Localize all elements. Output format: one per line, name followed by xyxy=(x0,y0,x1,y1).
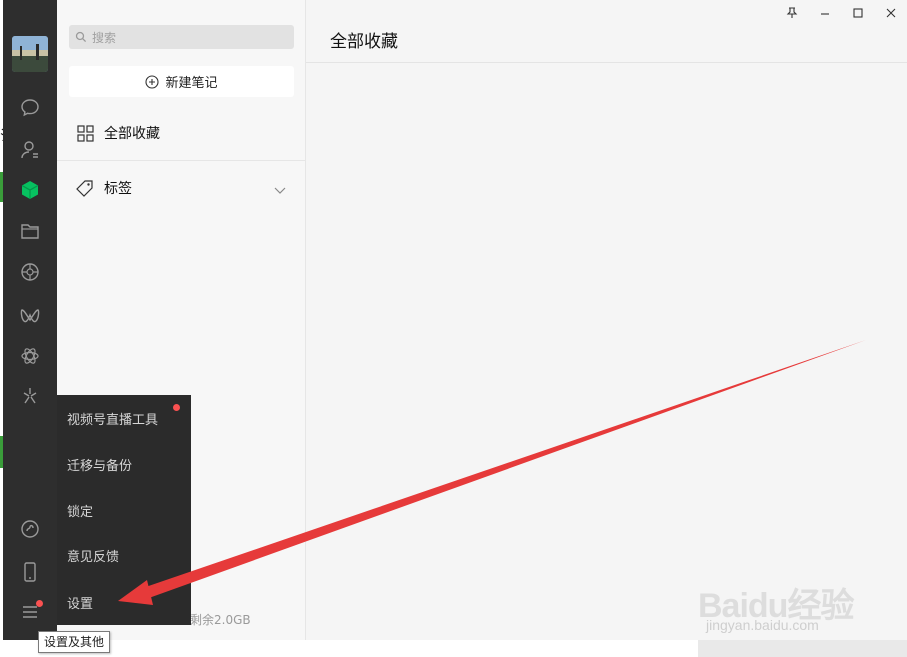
search-icon xyxy=(75,31,88,44)
pin-icon[interactable] xyxy=(783,4,801,22)
notification-dot xyxy=(36,600,43,607)
divider xyxy=(57,160,306,161)
search-input[interactable]: 搜索 xyxy=(69,25,294,49)
notification-dot xyxy=(173,404,180,411)
minimize-icon[interactable] xyxy=(816,4,834,22)
search-discover-icon[interactable] xyxy=(17,383,43,409)
mini-program-icon[interactable] xyxy=(17,343,43,369)
background-window-fragment xyxy=(698,640,907,657)
chat-icon[interactable] xyxy=(17,95,43,121)
left-sidebar xyxy=(3,0,57,640)
mini-programs-link-icon[interactable] xyxy=(17,516,43,542)
grid-icon xyxy=(75,123,95,143)
menu-item-lock[interactable]: 锁定 xyxy=(67,501,93,523)
tooltip: 设置及其他 xyxy=(38,631,111,653)
menu-item-migrate-backup[interactable]: 迁移与备份 xyxy=(67,455,132,477)
favorites-cube-icon[interactable] xyxy=(17,177,43,203)
moments-aperture-icon[interactable] xyxy=(17,259,43,285)
wechat-favorites-window: 江 xyxy=(0,0,907,657)
watermark-url: jingyan.baidu.com xyxy=(706,617,819,633)
add-circle-icon xyxy=(145,74,160,89)
menu-item-feedback[interactable]: 意见反馈 xyxy=(67,546,119,568)
phone-icon[interactable] xyxy=(17,559,43,585)
storage-remaining: 剩余2.0GB xyxy=(190,613,251,627)
nav-tags-label: 标签 xyxy=(104,181,132,197)
channels-icon[interactable] xyxy=(17,303,43,329)
new-note-button[interactable]: 新建笔记 xyxy=(69,66,294,97)
maximize-icon[interactable] xyxy=(849,4,867,22)
menu-item-live-tools[interactable]: 视频号直播工具 xyxy=(67,409,158,431)
new-note-label: 新建笔记 xyxy=(165,76,218,91)
close-icon[interactable] xyxy=(882,4,900,22)
tag-icon xyxy=(75,178,95,198)
settings-popup-menu: 视频号直播工具 迁移与备份 锁定 意见反馈 设置 xyxy=(57,395,191,625)
nav-tags[interactable]: 标签 xyxy=(57,166,306,210)
contacts-icon[interactable] xyxy=(17,137,43,163)
folder-icon[interactable] xyxy=(17,218,43,244)
nav-all-favorites-label: 全部收藏 xyxy=(104,126,160,142)
menu-item-settings[interactable]: 设置 xyxy=(67,593,93,615)
avatar[interactable] xyxy=(12,36,48,72)
chevron-down-icon[interactable] xyxy=(274,183,286,194)
main-content: 全部收藏 xyxy=(306,0,907,640)
nav-all-favorites[interactable]: 全部收藏 xyxy=(57,111,306,155)
page-title: 全部收藏 xyxy=(330,32,398,52)
search-placeholder: 搜索 xyxy=(92,30,117,45)
